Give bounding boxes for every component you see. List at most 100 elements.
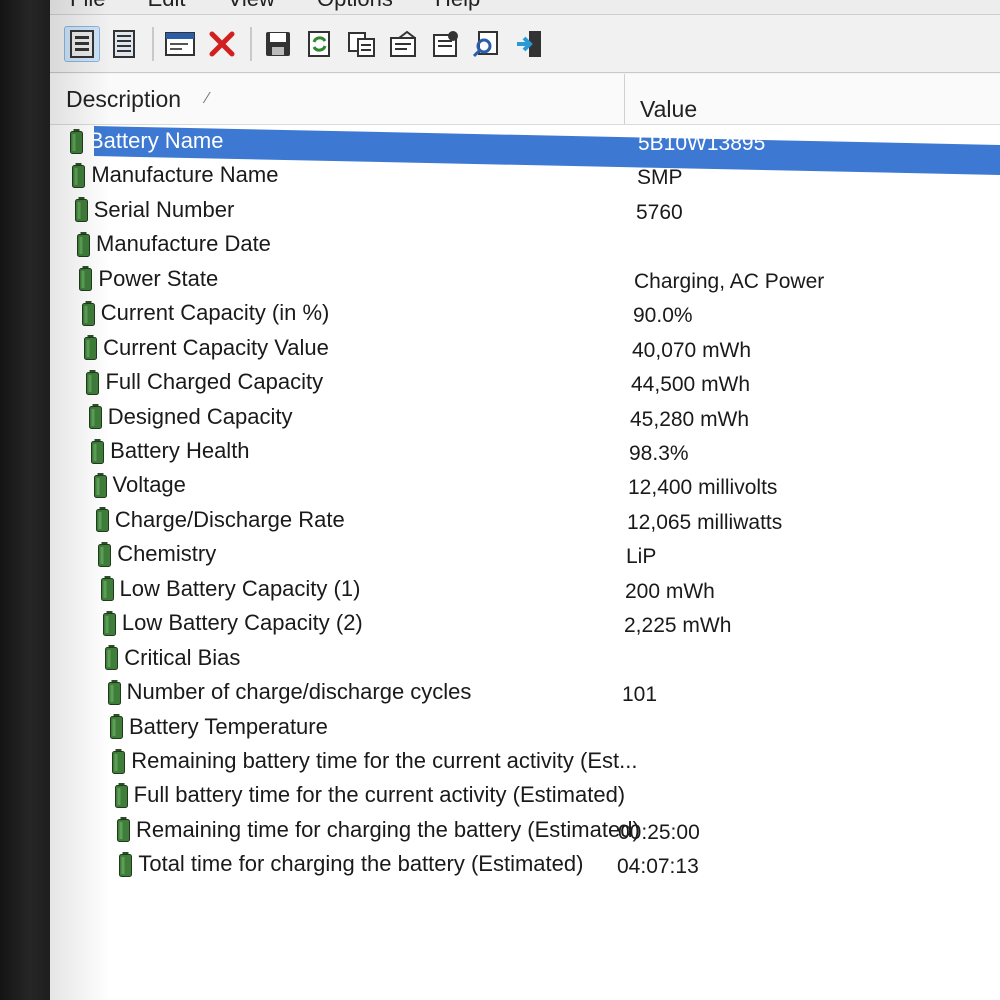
battery-icon <box>109 714 123 740</box>
row-description: Current Capacity (in %) <box>81 300 330 326</box>
menu-file[interactable]: File <box>70 0 105 11</box>
row-description: Low Battery Capacity (2) <box>102 610 363 636</box>
row-value: 5760 <box>636 200 683 224</box>
properties-icon <box>433 30 458 57</box>
table-row[interactable]: Serial Number 5760 <box>50 195 1000 229</box>
toolbar-separator <box>152 26 154 61</box>
row-value: SMP <box>637 166 683 190</box>
row-value: 98.3% <box>629 442 689 465</box>
row-value: 40,070 mWh <box>632 338 752 362</box>
row-description: Battery Temperature <box>109 713 328 740</box>
battery-icon <box>74 197 88 223</box>
battery-icon <box>91 438 105 464</box>
table-row[interactable]: Voltage 12,400 millivolts <box>50 470 1000 504</box>
row-value: 44,500 mWh <box>631 373 751 397</box>
table-row[interactable]: Current Capacity (in %) 90.0% <box>50 298 1000 332</box>
copy-button[interactable] <box>344 26 380 62</box>
html-report-button[interactable] <box>386 26 422 62</box>
battery-icon <box>88 404 102 430</box>
row-label: Total time for charging the battery (Est… <box>138 851 584 877</box>
row-description: Number of charge/discharge cycles <box>107 679 472 705</box>
battery-icon <box>79 266 93 292</box>
row-label: Power State <box>98 265 219 291</box>
row-value: 00:25:00 <box>618 820 700 844</box>
row-label: Current Capacity (in %) <box>100 300 330 326</box>
rows-container: Battery Name 5B10W13895 Manufacture Name SM… <box>50 126 1000 883</box>
row-value: 12,065 milliwatts <box>627 510 783 534</box>
battery-icon <box>72 162 86 188</box>
menu-help[interactable]: Help <box>435 0 480 11</box>
battery-info-list: Description ⁄ Value Battery Name 5B10W138… <box>50 74 1000 1000</box>
table-row[interactable]: Manufacture Name SMP <box>50 160 1000 194</box>
refresh-button[interactable] <box>302 26 338 62</box>
table-row[interactable]: Remaining time for charging the battery … <box>50 814 1000 848</box>
battery-icon <box>77 231 91 257</box>
table-row[interactable]: Battery Temperature <box>50 711 1000 745</box>
column-divider[interactable] <box>624 74 625 124</box>
exit-icon <box>517 30 541 57</box>
table-row[interactable]: Remaining battery time for the current a… <box>50 745 1000 779</box>
battery-info-window: File Edit View Options Help <box>50 0 1000 1000</box>
row-description: Serial Number <box>74 196 235 223</box>
table-row[interactable]: Critical Bias <box>50 642 1000 676</box>
delete-button[interactable] <box>204 26 240 62</box>
column-value[interactable]: Value <box>640 96 697 123</box>
toolbar-separator <box>250 26 252 61</box>
table-row[interactable]: Full battery time for the current activi… <box>50 779 1000 813</box>
row-description: Remaining battery time for the current a… <box>112 748 637 774</box>
row-label: Critical Bias <box>124 644 241 670</box>
battery-icon <box>105 645 119 671</box>
battery-icon <box>117 817 130 843</box>
table-row[interactable]: Battery Name 5B10W13895 <box>50 126 1000 177</box>
row-description: Full battery time for the current activi… <box>114 782 626 808</box>
properties-button[interactable] <box>428 26 464 62</box>
table-row[interactable]: Manufacture Date <box>50 229 1000 263</box>
toolbar <box>50 15 1000 73</box>
table-row[interactable]: Power State Charging, AC Power <box>50 264 1000 298</box>
row-description: Manufacture Name <box>72 162 278 188</box>
row-description: Battery Health <box>91 438 250 464</box>
table-row[interactable]: Low Battery Capacity (1) 200 mWh <box>50 573 1000 607</box>
table-row[interactable]: Battery Health 98.3% <box>50 436 1000 470</box>
row-label: Serial Number <box>93 196 235 222</box>
menu-options[interactable]: Options <box>317 0 393 11</box>
column-description[interactable]: Description <box>66 86 181 113</box>
menu-view[interactable]: View <box>228 0 275 11</box>
row-value: 90.0% <box>633 304 693 328</box>
table-row[interactable]: Number of charge/discharge cycles 101 <box>50 676 1000 710</box>
table-row[interactable]: Charge/Discharge Rate 12,065 milliwatts <box>50 504 1000 538</box>
row-label: Remaining time for charging the battery … <box>136 816 640 842</box>
menu-edit[interactable]: Edit <box>148 0 186 11</box>
refresh-icon <box>308 30 330 57</box>
battery-icon <box>114 782 128 808</box>
row-label: Battery Health <box>110 438 250 463</box>
table-row[interactable]: Chemistry LiP <box>50 539 1000 573</box>
table-row[interactable]: Current Capacity Value 40,070 mWh <box>50 332 1000 366</box>
row-label: Manufacture Date <box>96 231 271 257</box>
window-icon <box>165 31 195 56</box>
row-label: Number of charge/discharge cycles <box>126 679 472 705</box>
table-row[interactable]: Low Battery Capacity (2) 2,225 mWh <box>50 607 1000 641</box>
battery-icon <box>107 679 121 705</box>
row-label: Chemistry <box>117 541 217 567</box>
row-label: Battery Temperature <box>128 713 328 739</box>
table-row[interactable]: Total time for charging the battery (Est… <box>50 848 1000 882</box>
details-view-button[interactable] <box>64 25 100 62</box>
delete-icon <box>209 31 235 56</box>
html-report-icon <box>390 30 416 57</box>
find-button[interactable] <box>470 26 506 62</box>
battery-icon <box>86 369 100 395</box>
battery-icon <box>98 541 112 567</box>
row-value: 101 <box>622 683 658 707</box>
column-header: Description ⁄ Value <box>50 74 1000 125</box>
table-row[interactable]: Full Charged Capacity 44,500 mWh <box>50 367 1000 401</box>
row-value: LiP <box>626 545 657 569</box>
save-button[interactable] <box>260 26 296 62</box>
window-button[interactable] <box>162 26 198 62</box>
table-row[interactable]: Designed Capacity 45,280 mWh <box>50 401 1000 435</box>
row-value: 2,225 mWh <box>624 614 732 638</box>
exit-button[interactable] <box>512 26 548 62</box>
row-label: Full battery time for the current activi… <box>133 782 626 808</box>
list-view-button[interactable] <box>106 26 142 62</box>
row-description: Current Capacity Value <box>84 335 329 361</box>
